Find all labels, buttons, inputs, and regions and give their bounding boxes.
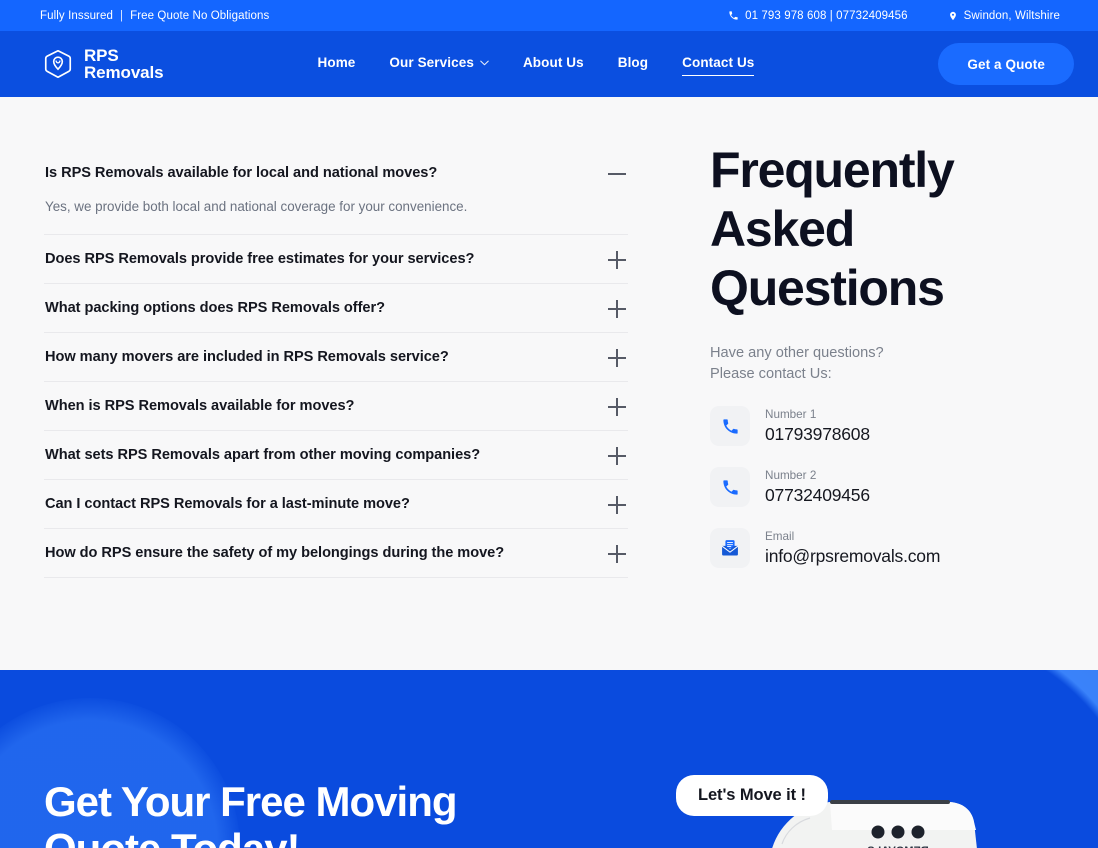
cta-section: Get Your Free Moving Quote Today! REMOVA… (0, 670, 1098, 848)
faq-question-row[interactable]: What sets RPS Removals apart from other … (44, 431, 628, 479)
contact-label: Number 1 (765, 408, 817, 422)
faq-info-column: Frequently Asked Questions Have any othe… (628, 97, 1058, 670)
contact-prompt-line-1: Have any other questions? (710, 345, 884, 361)
faq-section: Is RPS Removals available for local and … (0, 97, 1098, 670)
lets-move-it-badge-label: Let's Move it ! (676, 775, 828, 816)
plus-icon[interactable] (608, 545, 626, 564)
get-a-quote-button[interactable]: Get a Quote (938, 43, 1074, 85)
top-utility-bar: Fully Inssured | Free Quote No Obligatio… (0, 0, 1098, 31)
topbar-location: Swindon, Wiltshire (948, 10, 1060, 22)
contact-item-email[interactable]: Email info@rpsremovals.com (710, 528, 1058, 569)
topbar-contact-group: 01 793 978 608 | 07732409456 Swindon, Wi… (728, 10, 1060, 22)
lets-move-it-badge[interactable]: Let's Move it ! (676, 775, 828, 816)
faq-question: What packing options does RPS Removals o… (45, 300, 385, 317)
faq-question: When is RPS Removals available for moves… (45, 398, 355, 415)
faq-question: How do RPS ensure the safety of my belon… (45, 545, 505, 562)
phone-icon (710, 467, 750, 508)
nav-item-label: Our Services (389, 55, 474, 70)
brand-line-1: RPS (84, 45, 119, 65)
faq-accordion: Is RPS Removals available for local and … (44, 97, 628, 670)
faq-question-row[interactable]: What packing options does RPS Removals o… (44, 284, 628, 332)
contact-value: info@rpsremovals.com (765, 545, 941, 566)
phone-icon (710, 406, 750, 447)
faq-question: Is RPS Removals available for local and … (45, 165, 438, 181)
cta-heading-line-2: Quote Today! (44, 825, 301, 848)
phone-icon (729, 11, 738, 20)
contact-item-number-2[interactable]: Number 2 07732409456 (710, 467, 1058, 508)
chevron-down-icon (480, 60, 489, 65)
cta-heading: Get Your Free Moving Quote Today! (44, 778, 458, 848)
faq-question-row[interactable]: Is RPS Removals available for local and … (44, 149, 628, 197)
plus-icon[interactable] (608, 349, 626, 368)
nav-item-contact-us[interactable]: Contact Us (682, 55, 755, 76)
plus-icon[interactable] (608, 447, 626, 466)
brand-logo[interactable]: RPS Removals (42, 45, 164, 82)
faq-item[interactable]: What sets RPS Removals apart from other … (44, 431, 628, 481)
faq-question-row[interactable]: Can I contact RPS Removals for a last-mi… (44, 480, 628, 528)
page-title-line-3: Questions (710, 260, 945, 316)
contact-prompt: Have any other questions? Please contact… (710, 343, 1058, 384)
faq-item[interactable]: When is RPS Removals available for moves… (44, 382, 628, 432)
faq-item[interactable]: Is RPS Removals available for local and … (44, 149, 628, 236)
faq-question-row[interactable]: When is RPS Removals available for moves… (44, 382, 628, 430)
contact-list: Number 1 01793978608 Number 2 0773240945… (710, 406, 1058, 569)
minus-icon[interactable] (608, 165, 626, 183)
faq-question-row[interactable]: Does RPS Removals provide free estimates… (44, 235, 628, 283)
brand-line-2: Removals (84, 63, 164, 82)
contact-item-number-1[interactable]: Number 1 01793978608 (710, 406, 1058, 447)
contact-prompt-line-2: Please contact Us: (710, 365, 832, 382)
tagline-separator: | (119, 9, 124, 22)
map-pin-icon (949, 11, 956, 20)
nav-item-label: About Us (522, 55, 584, 70)
plus-icon[interactable] (608, 300, 626, 319)
nav-links: Home Our Services About Us Blog Contact … (318, 55, 785, 76)
plus-icon[interactable] (608, 398, 626, 417)
faq-question: How many movers are included in RPS Remo… (45, 349, 449, 366)
faq-question: Can I contact RPS Removals for a last-mi… (45, 496, 410, 513)
faq-question-row[interactable]: How many movers are included in RPS Remo… (44, 333, 628, 381)
contact-value: 07732409456 (765, 484, 870, 505)
contact-label: Email (765, 530, 795, 544)
faq-item[interactable]: How do RPS ensure the safety of my belon… (44, 529, 628, 579)
plus-icon[interactable] (608, 496, 626, 515)
nav-item-our-services[interactable]: Our Services (389, 55, 489, 73)
faq-item[interactable]: How many movers are included in RPS Remo… (44, 333, 628, 383)
faq-question: What sets RPS Removals apart from other … (45, 447, 481, 464)
brand-name: RPS Removals (84, 45, 164, 82)
topbar-phone-numbers: 01 793 978 608 | 07732409456 (745, 9, 908, 22)
plus-icon[interactable] (608, 251, 626, 270)
nav-item-label: Contact Us (682, 55, 755, 70)
tagline-insured: Fully Inssured (40, 9, 113, 22)
nav-item-label: Home (317, 55, 356, 70)
tagline-free-quote: Free Quote No Obligations (130, 9, 270, 22)
page-title-line-2: Asked (710, 201, 855, 257)
faq-item[interactable]: Does RPS Removals provide free estimates… (44, 235, 628, 285)
page-title: Frequently Asked Questions (710, 141, 1058, 318)
faq-item[interactable]: Can I contact RPS Removals for a last-mi… (44, 480, 628, 530)
nav-item-label: Blog (617, 55, 649, 70)
contact-value: 01793978608 (765, 423, 870, 444)
nav-item-about-us[interactable]: About Us (523, 55, 584, 73)
topbar-taglines: Fully Inssured | Free Quote No Obligatio… (40, 10, 269, 22)
main-navigation-bar: RPS Removals Home Our Services About Us … (0, 31, 1098, 97)
cta-heading-line-1: Get Your Free Moving (44, 778, 458, 825)
contact-label: Number 2 (765, 469, 817, 483)
nav-item-blog[interactable]: Blog (618, 55, 648, 73)
topbar-location-label: Swindon, Wiltshire (963, 9, 1060, 22)
faq-answer: Yes, we provide both local and national … (45, 199, 468, 214)
mail-document-icon (710, 528, 750, 569)
faq-question-row[interactable]: How do RPS ensure the safety of my belon… (44, 529, 628, 577)
faq-item[interactable]: What packing options does RPS Removals o… (44, 284, 628, 334)
page-title-line-1: Frequently (710, 142, 955, 198)
nav-item-home[interactable]: Home (318, 55, 356, 73)
rps-house-pin-logo (44, 49, 72, 79)
faq-question: Does RPS Removals provide free estimates… (45, 251, 475, 268)
topbar-phone-link[interactable]: 01 793 978 608 | 07732409456 (728, 9, 908, 22)
